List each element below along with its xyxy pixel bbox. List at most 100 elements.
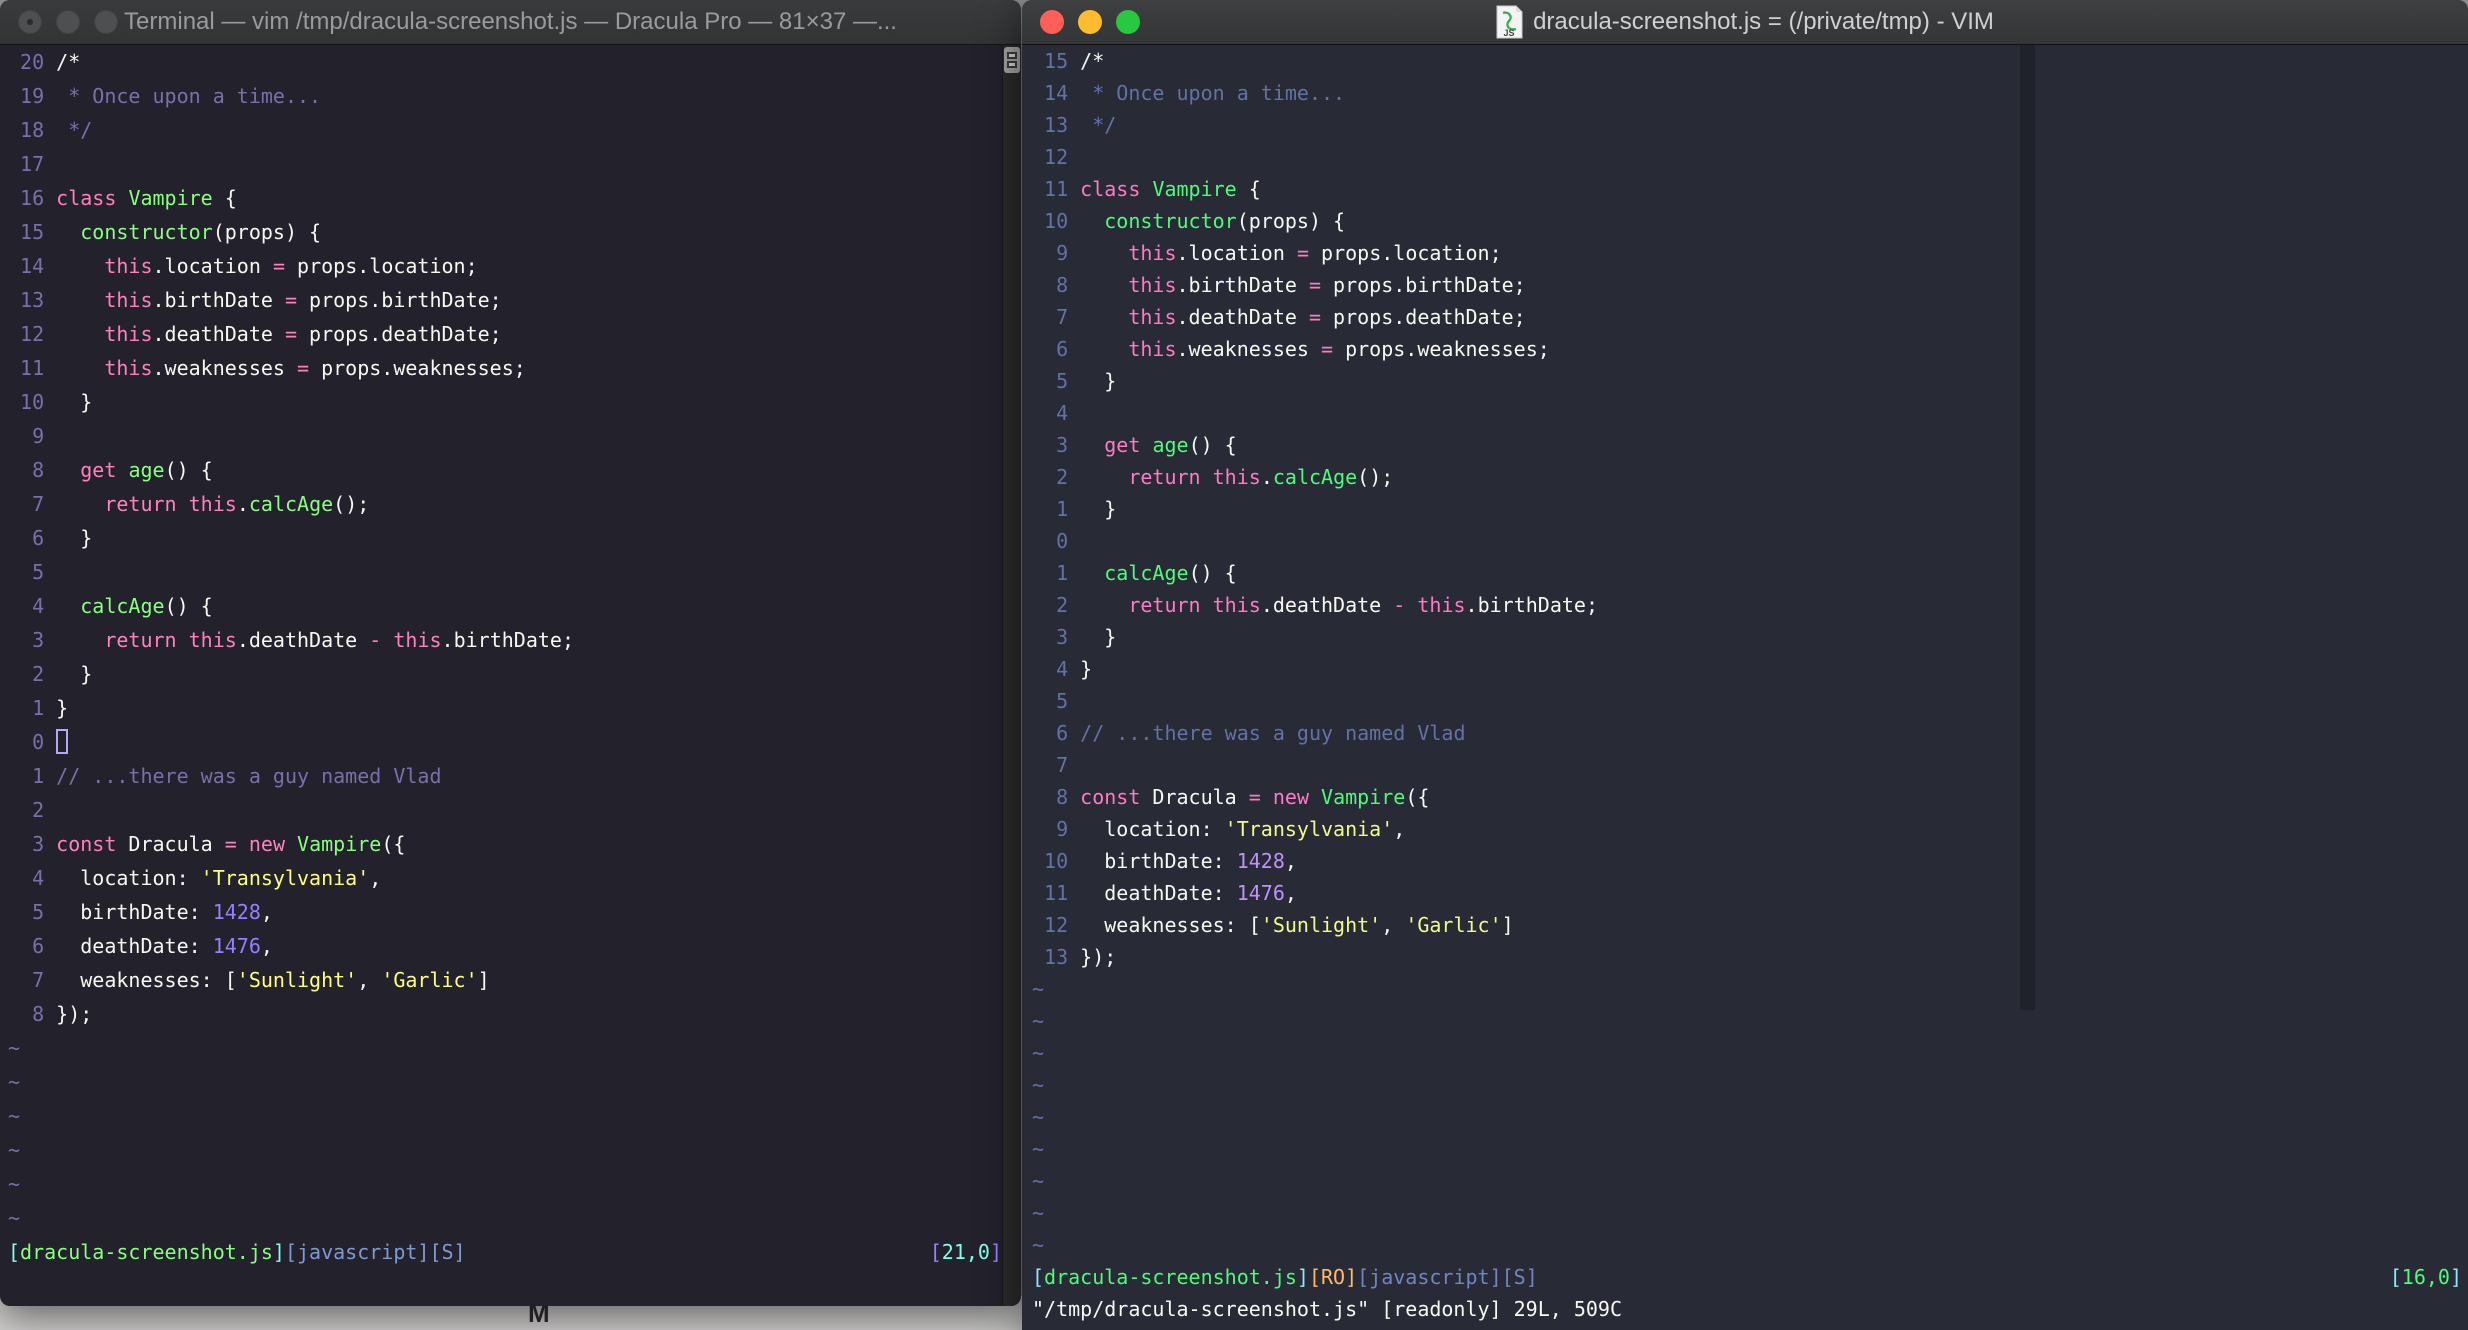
line-number: 5 — [1032, 689, 1081, 713]
code-line: 19 * Once upon a time... — [8, 84, 322, 108]
line-number: 4 — [1032, 657, 1081, 681]
code-line: 12 this.deathDate = props.deathDate; — [8, 322, 502, 346]
code-line: 17 — [8, 147, 1002, 181]
zoom-button[interactable] — [1116, 10, 1140, 34]
line-number: 3 — [1032, 625, 1081, 649]
macvim-text-area[interactable]: 15 /* 14 * Once upon a time... 13 */ 12 … — [1032, 45, 2462, 1330]
code-line: 8 const Dracula = new Vampire({ — [1032, 785, 1430, 809]
code-line: 0 — [8, 725, 1002, 759]
line-number: 4 — [8, 594, 57, 618]
code-line: 7 — [1032, 749, 2462, 781]
code-line: 1 // ...there was a guy named Vlad — [8, 764, 442, 788]
code-line: 11 deathDate: 1476, — [1032, 881, 1297, 905]
code-line: 1 } — [1032, 497, 1117, 521]
code-line: 14 this.location = props.location; — [8, 254, 478, 278]
code-line: 2 — [8, 793, 1002, 827]
line-number: 9 — [1032, 241, 1081, 265]
vim-cursor — [56, 729, 69, 754]
terminal-titlebar[interactable]: Terminal — vim /tmp/dracula-screenshot.j… — [0, 0, 1021, 45]
empty-buffer-line: ~ — [1032, 1105, 1045, 1129]
code-line: 10 birthDate: 1428, — [1032, 849, 1297, 873]
line-number: 5 — [8, 900, 57, 924]
macvim-window: JS dracula-screenshot.js = (/private/tmp… — [1022, 0, 2468, 1330]
line-number: 13 — [1032, 945, 1081, 969]
minimize-button[interactable] — [56, 10, 80, 34]
vim-command-line — [8, 1269, 1002, 1303]
code-line: 6 // ...there was a guy named Vlad — [1032, 721, 1466, 745]
macvim-window-title: dracula-screenshot.js = (/private/tmp) -… — [1533, 8, 1994, 35]
line-number: 6 — [8, 526, 57, 550]
desktop: M Terminal — vim /tmp/dracula-screenshot… — [0, 0, 2468, 1330]
code-line: 13 */ — [1032, 113, 1117, 137]
terminal-text-area[interactable]: 20 /* 19 * Once upon a time... 18 */ 1 7 … — [8, 45, 1002, 1306]
code-line: 7 return this.calcAge(); — [8, 492, 370, 516]
code-line: 10 constructor(props) { — [1032, 209, 1346, 233]
line-number: 15 — [1032, 49, 1081, 73]
code-line: 5 } — [1032, 369, 1117, 393]
line-number: 10 — [1032, 209, 1081, 233]
line-number: 1 — [8, 764, 57, 788]
line-number: 4 — [1032, 401, 1081, 425]
code-line: 5 — [1032, 685, 2462, 717]
empty-buffer-line: ~ — [1032, 1201, 1045, 1225]
terminal-scrollbar[interactable] — [1002, 45, 1021, 1306]
code-line: 4 location: 'Transylvania', — [8, 866, 382, 890]
code-line: 12 weaknesses: ['Sunlight', 'Garlic'] — [1032, 913, 1514, 937]
line-number: 17 — [8, 152, 57, 176]
line-number: 14 — [8, 254, 57, 278]
split-pane-icon — [1007, 61, 1017, 68]
line-number: 4 — [8, 866, 57, 890]
code-line: 16 class Vampire { — [8, 186, 237, 210]
empty-buffer-line: ~ — [1032, 1041, 1045, 1065]
code-line: 15 /* — [1032, 49, 1105, 73]
vim-statusline: [dracula-screenshot.js][javascript][S] [2… — [8, 1240, 1002, 1264]
line-number: 7 — [1032, 305, 1081, 329]
line-number: 8 — [8, 1002, 57, 1026]
line-number: 9 — [8, 424, 57, 448]
code-line: 11 this.weaknesses = props.weaknesses; — [8, 356, 526, 380]
line-number: 12 — [8, 322, 57, 346]
code-line: 7 this.deathDate = props.deathDate; — [1032, 305, 1526, 329]
line-number: 2 — [8, 662, 57, 686]
line-number: 13 — [1032, 113, 1081, 137]
terminal-window-title: Terminal — vim /tmp/dracula-screenshot.j… — [124, 8, 897, 35]
close-button[interactable] — [1040, 10, 1064, 34]
line-number: 6 — [1032, 337, 1081, 361]
line-number: 3 — [8, 832, 57, 856]
code-line: 3 } — [1032, 625, 1117, 649]
macvim-scrollbar[interactable] — [2020, 45, 2035, 1010]
line-number: 19 — [8, 84, 57, 108]
code-line: 4 } — [1032, 657, 1093, 681]
line-number: 10 — [8, 390, 57, 414]
line-number: 6 — [1032, 721, 1081, 745]
code-line: 1 } — [8, 696, 69, 720]
code-line: 8 }); — [8, 1002, 93, 1026]
close-button[interactable] — [18, 10, 42, 34]
zoom-button[interactable] — [94, 10, 118, 34]
vim-command-line: "/tmp/dracula-screenshot.js" [readonly] … — [1032, 1297, 1623, 1321]
line-number: 7 — [8, 968, 57, 992]
empty-buffer-line: ~ — [1032, 977, 1045, 1001]
terminal-traffic-lights — [18, 0, 118, 44]
line-number: 11 — [8, 356, 57, 380]
code-line: 6 deathDate: 1476, — [8, 934, 273, 958]
macvim-titlebar[interactable]: JS dracula-screenshot.js = (/private/tmp… — [1022, 0, 2468, 45]
code-line: 9 — [8, 419, 1002, 453]
line-number: 1 — [1032, 561, 1081, 585]
line-number: 11 — [1032, 177, 1081, 201]
macvim-traffic-lights — [1040, 0, 1140, 44]
minimize-button[interactable] — [1078, 10, 1102, 34]
line-number: 8 — [1032, 785, 1081, 809]
line-number: 7 — [8, 492, 57, 516]
code-line: 8 this.birthDate = props.birthDate; — [1032, 273, 1526, 297]
empty-buffer-line: ~ — [8, 1172, 21, 1196]
terminal-window: Terminal — vim /tmp/dracula-screenshot.j… — [0, 0, 1021, 1306]
line-number: 2 — [1032, 465, 1081, 489]
code-line: 13 }); — [1032, 945, 1117, 969]
split-pane-button[interactable] — [1004, 47, 1020, 73]
line-number: 14 — [1032, 81, 1081, 105]
code-line: 6 } — [8, 526, 93, 550]
line-number: 2 — [1032, 593, 1081, 617]
code-line: 7 weaknesses: ['Sunlight', 'Garlic'] — [8, 968, 490, 992]
line-number: 12 — [1032, 913, 1081, 937]
